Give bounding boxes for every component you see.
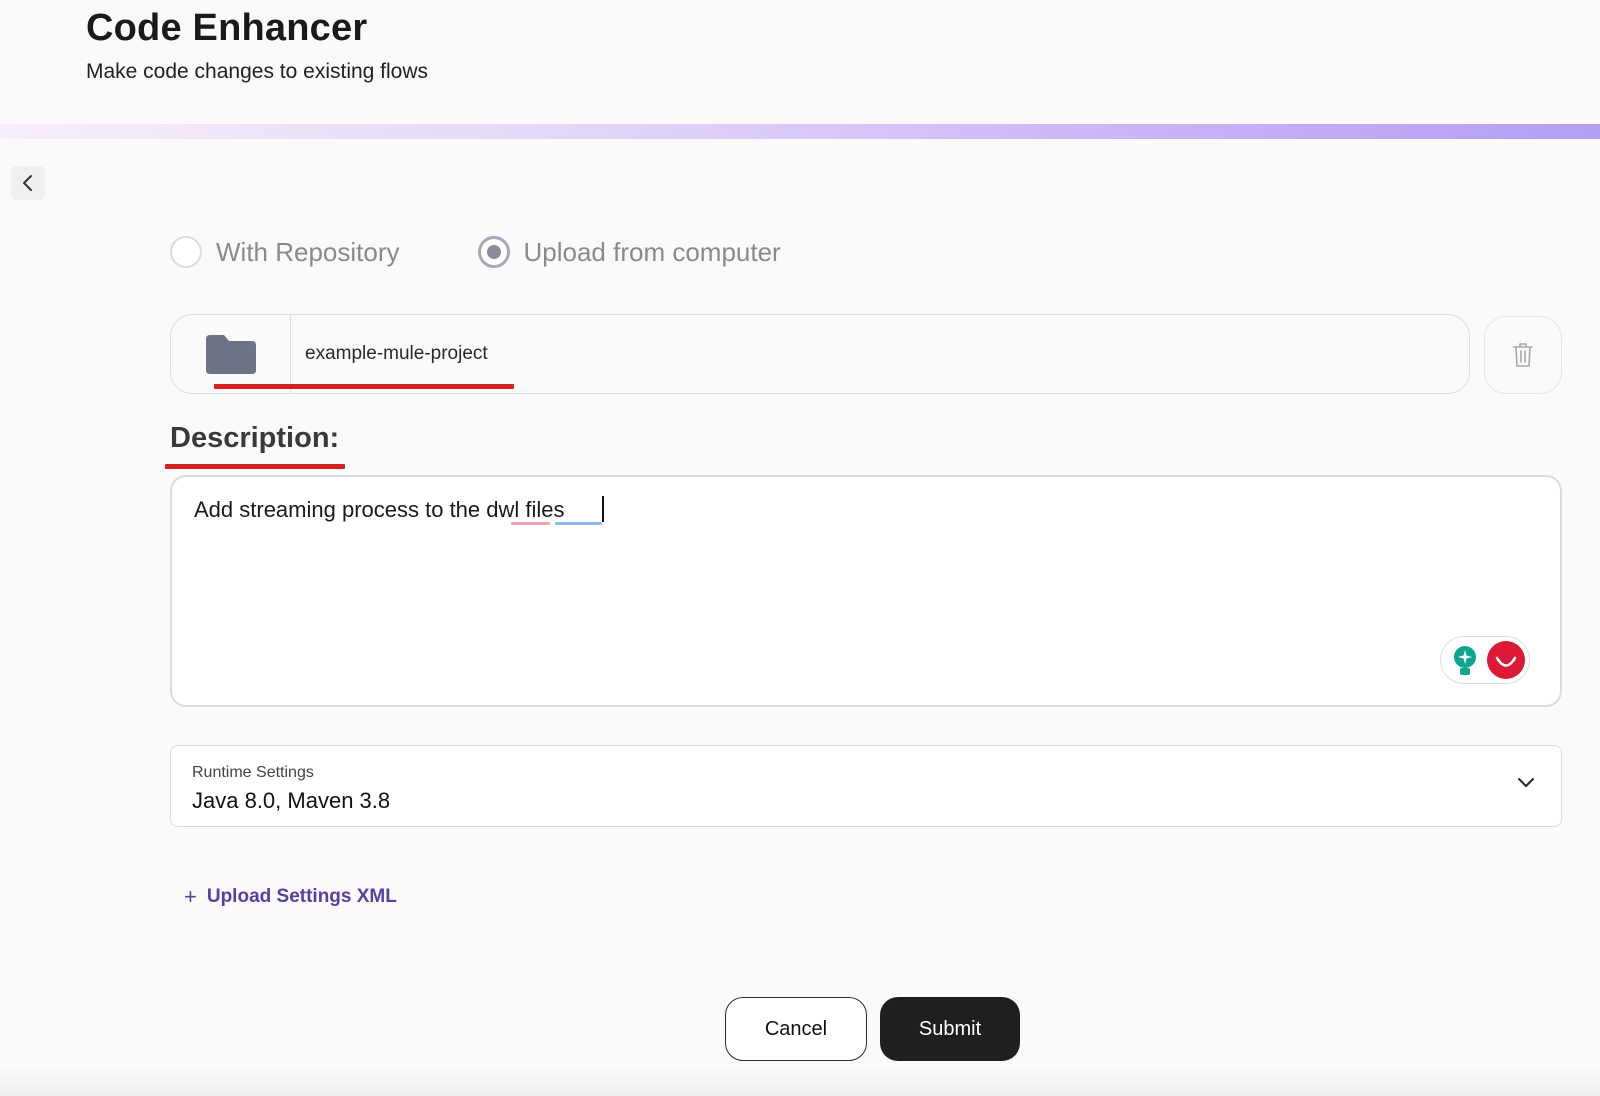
radio-circle-selected[interactable] [477,236,510,268]
trash-icon [1513,343,1533,367]
text-caret [602,496,604,522]
file-name: example-mule-project [305,343,488,364]
runtime-settings-value: Java 8.0, Maven 3.8 [192,788,391,813]
page-subtitle: Make code changes to existing flows [86,60,429,83]
file-upload-box[interactable]: example-mule-project [170,314,1470,394]
folder-cell[interactable] [171,315,291,393]
back-button[interactable] [11,166,45,200]
source-radio-group: With Repository Upload from computer [170,236,859,268]
annotation-underline [165,464,345,469]
grammar-underline [555,522,602,525]
upload-settings-xml-label: Upload Settings XML [206,886,397,907]
radio-label: With Repository [216,236,400,267]
spellcheck-underline [511,522,550,525]
bottom-shade [0,1066,1600,1096]
smile-icon [1495,656,1517,667]
folder-icon [205,335,256,374]
radio-with-repository[interactable]: With Repository [170,236,400,268]
plus-icon: + [184,884,197,909]
page-title: Code Enhancer [86,7,368,49]
grammarly-icon[interactable] [1487,641,1525,679]
description-textarea[interactable]: Add streaming process to the dwl files [170,475,1562,707]
description-label: Description: [170,422,340,454]
radio-dot [486,245,501,259]
upload-settings-xml-link[interactable]: + Upload Settings XML [184,884,397,910]
radio-circle[interactable] [170,236,202,268]
radio-upload-from-computer[interactable]: Upload from computer [477,236,781,268]
delete-file-button[interactable] [1484,316,1562,394]
annotation-underline [214,384,514,389]
grammar-assistant-widget[interactable] [1440,636,1530,684]
radio-label: Upload from computer [523,236,781,267]
chevron-left-icon [23,175,32,191]
header-gradient-bar [0,124,1600,139]
chevron-down-icon [1518,778,1534,787]
runtime-settings-select[interactable]: Runtime Settings Java 8.0, Maven 3.8 [170,745,1562,827]
cancel-button[interactable]: Cancel [725,997,867,1061]
submit-button[interactable]: Submit [880,997,1020,1061]
runtime-settings-label: Runtime Settings [192,764,314,781]
page-header: Code Enhancer Make code changes to exist… [86,8,428,84]
lightbulb-icon [1454,646,1476,675]
description-text: Add streaming process to the dwl files [194,497,565,522]
